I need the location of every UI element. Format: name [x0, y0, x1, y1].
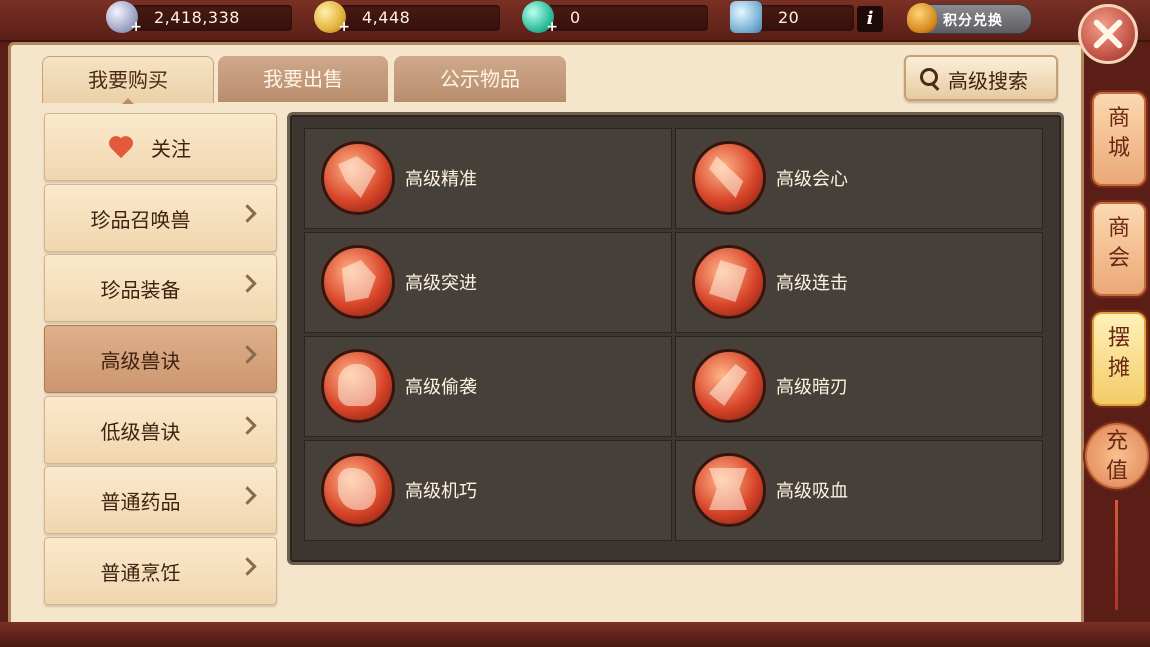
grid-item-name: 高级连击	[776, 273, 848, 294]
tab-buy[interactable]: 我要购买	[42, 56, 214, 104]
gold-currency: + 4,448	[314, 1, 500, 35]
ticket-amount: 20	[778, 8, 800, 27]
sidebar-item-label: 关注	[151, 137, 191, 161]
chevron-right-icon	[238, 557, 257, 576]
fist-icon	[321, 453, 395, 527]
nav-recharge-label: 充值	[1105, 429, 1128, 484]
nav-guild-label: 商会	[1107, 216, 1130, 271]
close-button-wrap	[1070, 0, 1140, 64]
chevron-right-icon	[238, 204, 257, 223]
gem-amount: 0	[570, 8, 581, 27]
skill-grid: 高级精准 高级会心 高级突进 高级连击 高级偷袭 高级暗刃 高级机巧 高级吸血	[287, 112, 1064, 565]
sidebar-item-medicine[interactable]: 普通药品	[44, 466, 277, 534]
sneak-attack-icon	[321, 349, 395, 423]
advanced-search-label: 高级搜索	[948, 69, 1028, 93]
grid-item[interactable]: 高级精准	[304, 128, 672, 229]
nav-guild-button[interactable]: 商会	[1092, 202, 1146, 296]
sidebar-item-label: 高级兽诀	[100, 349, 181, 373]
chevron-right-icon	[238, 416, 257, 435]
sidebar-item-favorite[interactable]: 关注	[44, 113, 277, 181]
grid-item-name: 高级机巧	[405, 481, 477, 502]
grid-item-name: 高级精准	[405, 169, 477, 190]
grid-item[interactable]: 高级突进	[304, 232, 672, 333]
dark-blade-icon	[692, 349, 766, 423]
gem-currency: + 0	[522, 1, 708, 35]
sidebar-item-rare-equipment[interactable]: 珍品装备	[44, 254, 277, 322]
sidebar-item-advanced-skills[interactable]: 高级兽诀	[44, 325, 277, 393]
grid-item[interactable]: 高级机巧	[304, 440, 672, 541]
gold-amount: 4,448	[362, 8, 411, 27]
sidebar-item-label: 普通药品	[100, 490, 181, 514]
grid-item[interactable]: 高级会心	[675, 128, 1043, 229]
points-exchange-button[interactable]: 积分兑换	[907, 3, 1032, 34]
close-icon[interactable]	[1078, 4, 1138, 64]
nav-stall-button[interactable]: 摆摊	[1092, 312, 1146, 406]
combo-strike-icon	[692, 245, 766, 319]
bottom-frame	[0, 622, 1150, 647]
silver-coin-icon[interactable]: +	[106, 1, 142, 35]
grid-item[interactable]: 高级偷袭	[304, 336, 672, 437]
heart-icon	[109, 137, 135, 159]
money-bag-icon	[907, 3, 937, 33]
sidebar-item-rare-pets[interactable]: 珍品召唤兽	[44, 184, 277, 252]
chevron-right-icon	[238, 486, 257, 505]
nav-recharge-button[interactable]: 充值	[1085, 423, 1149, 489]
search-icon	[920, 68, 938, 86]
sword-crit-icon	[692, 141, 766, 215]
arrow-strike-icon	[321, 141, 395, 215]
tab-buy-label: 我要购买	[88, 68, 168, 92]
grid-item-name: 高级突进	[405, 273, 477, 294]
points-exchange-label: 积分兑换	[943, 13, 1003, 29]
grid-item-name: 高级偷袭	[405, 377, 477, 398]
tab-sell[interactable]: 我要出售	[218, 56, 388, 102]
fang-maw-icon	[692, 453, 766, 527]
tab-sell-label: 我要出售	[263, 67, 343, 91]
info-button[interactable]: i	[857, 6, 883, 32]
grid-item-name: 高级吸血	[776, 481, 848, 502]
tab-public-items[interactable]: 公示物品	[394, 56, 566, 102]
tab-active-indicator	[122, 98, 134, 104]
silver-currency: + 2,418,338	[106, 1, 292, 35]
sidebar-item-label: 珍品装备	[100, 278, 181, 302]
sidebar-item-label: 低级兽诀	[100, 420, 181, 444]
jade-gem-icon[interactable]: +	[522, 1, 558, 35]
grid-item-name: 高级暗刃	[776, 377, 848, 398]
grid-item[interactable]: 高级吸血	[675, 440, 1043, 541]
ticket-icon	[730, 1, 762, 33]
sidebar-item-label: 珍品召唤兽	[90, 208, 191, 232]
chevron-right-icon	[238, 345, 257, 364]
grid-item[interactable]: 高级暗刃	[675, 336, 1043, 437]
gold-coin-icon[interactable]: +	[314, 1, 350, 35]
grid-item[interactable]: 高级连击	[675, 232, 1043, 333]
chevron-right-icon	[238, 274, 257, 293]
beast-charge-icon	[321, 245, 395, 319]
ticket-currency: 20	[730, 1, 854, 33]
nav-stall-label: 摆摊	[1107, 326, 1130, 381]
advanced-search-button[interactable]: 高级搜索	[904, 55, 1058, 101]
silver-amount: 2,418,338	[154, 8, 240, 27]
nav-mall-label: 商城	[1107, 106, 1130, 161]
sidebar-item-label: 普通烹饪	[100, 561, 181, 585]
nav-mall-button[interactable]: 商城	[1092, 92, 1146, 186]
tab-public-items-label: 公示物品	[440, 67, 520, 91]
decorative-tassel	[1115, 500, 1118, 610]
grid-item-name: 高级会心	[776, 169, 848, 190]
sidebar-item-cooking[interactable]: 普通烹饪	[44, 537, 277, 605]
currency-bar: + 2,418,338 + 4,448 + 0 20 i 积分兑换	[0, 0, 1150, 42]
sidebar-item-basic-skills[interactable]: 低级兽诀	[44, 396, 277, 464]
